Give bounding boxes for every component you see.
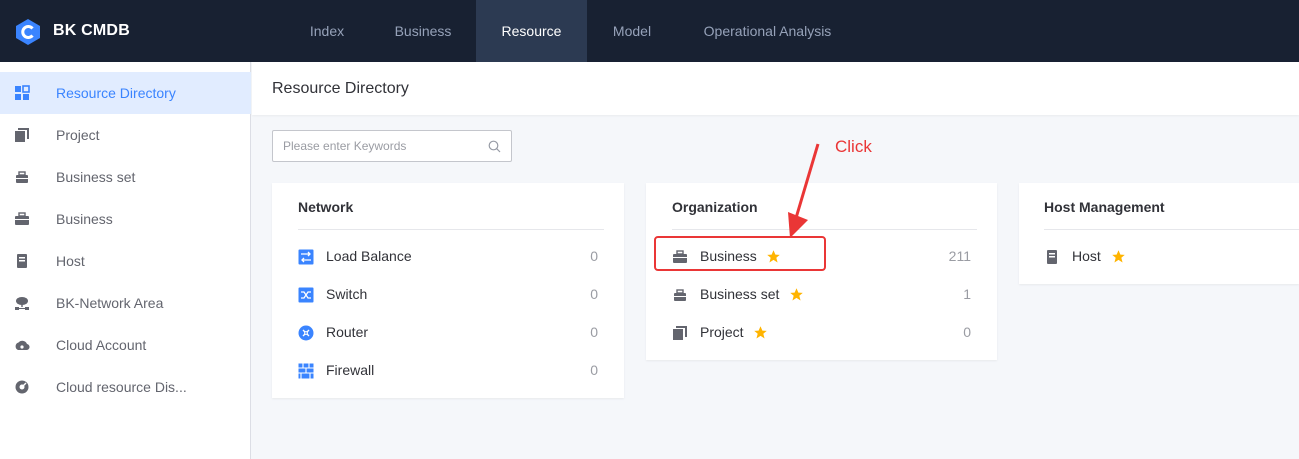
list-item-label: Switch xyxy=(326,286,368,302)
app-brand: BK CMDB xyxy=(53,22,130,39)
star-icon[interactable] xyxy=(753,325,768,340)
switch-icon xyxy=(298,287,314,303)
list-item-label: Business set xyxy=(700,286,780,302)
list-item-count: 0 xyxy=(963,324,971,340)
list-item-label: Load Balance xyxy=(326,248,412,264)
search-box[interactable] xyxy=(272,130,512,162)
page-title: Resource Directory xyxy=(272,80,409,97)
list-item-count: 1 xyxy=(963,286,971,302)
card-title: Host Management xyxy=(1044,199,1165,215)
list-item-load-balance[interactable]: Load Balance 0 xyxy=(298,245,598,269)
grid-icon xyxy=(15,85,30,100)
bk-cmdb-logo-icon xyxy=(16,19,40,45)
firewall-icon xyxy=(298,363,314,379)
list-item-count: 0 xyxy=(590,362,598,378)
sidebar-item-label: Cloud resource Dis... xyxy=(56,379,187,395)
list-item-business-set[interactable]: Business set 1 xyxy=(672,283,971,307)
top-nav-bar: BK CMDB Index Business Resource Model Op… xyxy=(0,0,1299,62)
sidebar-item-cloud-account[interactable]: Cloud Account xyxy=(0,324,251,366)
red-arrow-icon xyxy=(788,143,820,238)
host-icon xyxy=(1047,250,1057,264)
list-item-count: 0 xyxy=(590,286,598,302)
sidebar-item-resource-directory[interactable]: Resource Directory xyxy=(0,72,251,114)
sidebar-item-label: Cloud Account xyxy=(56,337,147,353)
search-input[interactable] xyxy=(283,138,483,154)
sidebar-item-label: Host xyxy=(56,253,85,269)
sidebar-item-label: BK-Network Area xyxy=(56,295,164,311)
list-item-count: 0 xyxy=(590,324,598,340)
card-divider xyxy=(1044,229,1299,230)
sidebar-item-label: Business xyxy=(56,211,113,227)
project-icon xyxy=(15,128,29,142)
network-card: Network Load Balance 0 Switch 0 Router 0… xyxy=(272,183,624,398)
click-highlight-box xyxy=(654,236,826,271)
load-balance-icon xyxy=(298,249,314,265)
sidebar-item-host[interactable]: Host xyxy=(0,240,251,282)
nav-tab-operational-analysis[interactable]: Operational Analysis xyxy=(690,0,845,62)
list-item-label: Project xyxy=(700,324,744,340)
sidebar-item-label: Resource Directory xyxy=(56,85,176,101)
card-title: Organization xyxy=(672,199,758,215)
list-item-label: Host xyxy=(1072,248,1101,264)
list-item-router[interactable]: Router 0 xyxy=(298,321,598,345)
briefcase-icon xyxy=(15,212,29,225)
sidebar: Resource Directory Project Business set … xyxy=(0,62,251,459)
star-icon[interactable] xyxy=(1111,249,1126,264)
list-item-label: Router xyxy=(326,324,369,340)
nav-tab-business[interactable]: Business xyxy=(373,0,473,62)
sidebar-item-label: Business set xyxy=(56,169,136,185)
nav-tab-model[interactable]: Model xyxy=(592,0,672,62)
sidebar-item-business-set[interactable]: Business set xyxy=(0,156,251,198)
card-title: Network xyxy=(298,199,354,215)
list-item-host[interactable]: Host xyxy=(1044,245,1273,269)
sidebar-item-project[interactable]: Project xyxy=(0,114,251,156)
network-area-icon xyxy=(15,297,29,310)
sidebar-item-cloud-resource-discovery[interactable]: Cloud resource Dis... xyxy=(0,366,251,408)
list-item-count: 211 xyxy=(948,248,971,264)
list-item-firewall[interactable]: Firewall 0 xyxy=(298,359,598,383)
nav-tab-index[interactable]: Index xyxy=(287,0,367,62)
business-set-icon xyxy=(16,171,28,183)
host-icon xyxy=(17,254,27,268)
cloud-discovery-icon xyxy=(15,380,29,394)
click-annotation-label: Click xyxy=(835,137,872,156)
router-icon xyxy=(298,325,314,341)
list-item-project[interactable]: Project 0 xyxy=(672,321,971,345)
card-divider xyxy=(298,229,604,230)
page-header: Resource Directory xyxy=(252,62,1299,115)
cloud-account-icon xyxy=(15,340,30,351)
search-icon[interactable] xyxy=(488,140,501,153)
sidebar-item-business[interactable]: Business xyxy=(0,198,251,240)
list-item-label: Firewall xyxy=(326,362,375,378)
project-icon xyxy=(673,326,687,340)
list-item-count: 0 xyxy=(590,248,598,264)
host-management-card: Host Management Host xyxy=(1019,183,1299,284)
sidebar-item-label: Project xyxy=(56,127,100,143)
sidebar-item-bk-network-area[interactable]: BK-Network Area xyxy=(0,282,251,324)
business-set-icon xyxy=(674,289,686,301)
nav-tab-resource[interactable]: Resource xyxy=(476,0,587,62)
list-item-switch[interactable]: Switch 0 xyxy=(298,283,598,307)
star-icon[interactable] xyxy=(789,287,804,302)
